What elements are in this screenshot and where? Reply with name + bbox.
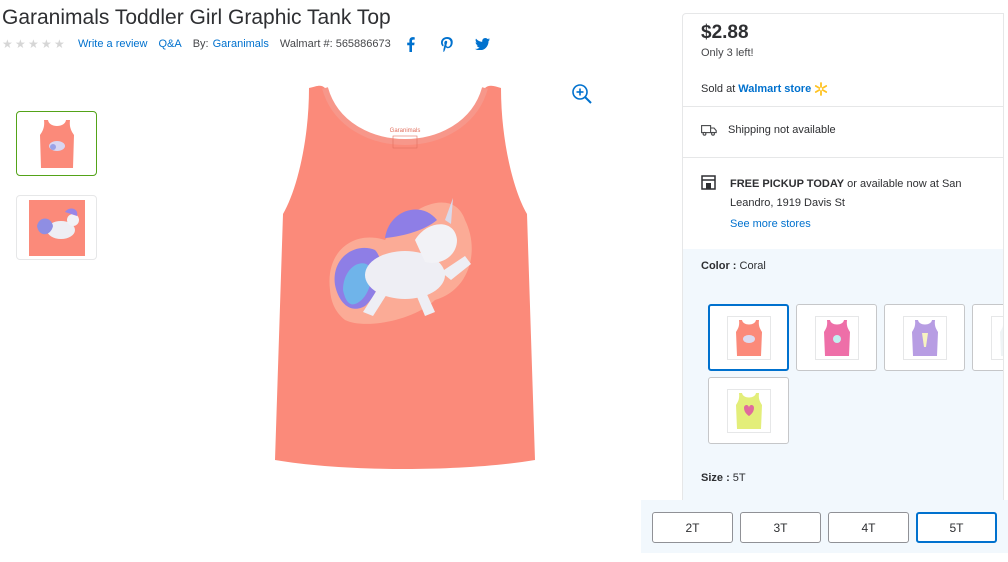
truck-icon xyxy=(701,125,717,136)
tank-swatch-image xyxy=(735,392,762,429)
svg-text:Garanimals: Garanimals xyxy=(390,128,421,134)
store-icon xyxy=(701,175,716,190)
price: $2.88 xyxy=(701,22,749,43)
swatch-coral[interactable] xyxy=(708,304,789,371)
see-more-stores-link[interactable]: See more stores xyxy=(730,218,811,230)
product-title: Garanimals Toddler Girl Graphic Tank Top xyxy=(2,6,391,29)
pinterest-icon[interactable] xyxy=(439,36,455,52)
divider xyxy=(683,157,1003,158)
shipping-text: Shipping not available xyxy=(728,124,836,136)
walmart-number: Walmart #: 565886673 xyxy=(279,38,391,50)
size-label-row: Size : 5T xyxy=(701,472,746,484)
main-product-image: Garanimals xyxy=(275,85,535,469)
product-page: Garanimals Toddler Girl Graphic Tank Top… xyxy=(0,0,1008,562)
swatch-purple[interactable] xyxy=(884,304,965,371)
star-icon: ★ xyxy=(15,37,26,51)
tank-swatch-image xyxy=(735,319,762,356)
swatch-white[interactable] xyxy=(972,304,1003,371)
twitter-icon[interactable] xyxy=(475,36,491,52)
buy-box: $2.88 Only 3 left! Sold at Walmart store xyxy=(682,13,1004,553)
sold-at-store: Walmart store xyxy=(738,83,812,95)
color-label-row: Color : Coral xyxy=(701,260,766,272)
sold-at-label: Sold at xyxy=(701,83,736,95)
swatch-yellow[interactable] xyxy=(708,377,789,444)
tank-swatch-image xyxy=(911,319,938,356)
stock-status: Only 3 left! xyxy=(701,47,754,59)
thumbnail-tank-front[interactable] xyxy=(16,111,97,176)
color-label: Color : xyxy=(701,260,737,272)
qa-link[interactable]: Q&A xyxy=(158,38,181,50)
facebook-icon[interactable] xyxy=(403,36,419,52)
size-value: 5T xyxy=(732,472,746,484)
walmart-spark-icon xyxy=(815,82,828,96)
tank-swatch-image xyxy=(999,319,1003,356)
pickup-headline: FREE PICKUP TODAY xyxy=(730,178,845,190)
size-label: Size : xyxy=(701,472,730,484)
social-share xyxy=(403,36,491,52)
write-review-link[interactable]: Write a review xyxy=(78,38,147,50)
star-icon: ★ xyxy=(2,37,13,51)
product-meta: ★ ★ ★ ★ ★ Write a review Q&A By: Garanim… xyxy=(2,36,491,52)
star-icon: ★ xyxy=(54,37,65,51)
tank-swatch-image xyxy=(823,319,850,356)
zoom-in-icon[interactable] xyxy=(571,83,593,105)
brand-link[interactable]: Garanimals xyxy=(213,38,269,50)
size-options: 2T 3T 4T 5T xyxy=(641,500,1008,553)
size-2t-button[interactable]: 2T xyxy=(652,512,733,543)
star-icon: ★ xyxy=(41,37,52,51)
shipping-row: Shipping not available xyxy=(701,124,836,136)
size-5t-button[interactable]: 5T xyxy=(916,512,997,543)
star-icon: ★ xyxy=(28,37,39,51)
tank-top-thumbnail-image xyxy=(39,119,74,168)
sold-at: Sold at Walmart store xyxy=(701,82,828,96)
size-3t-button[interactable]: 3T xyxy=(740,512,821,543)
swatch-pink[interactable] xyxy=(796,304,877,371)
thumbnail-unicorn-closeup[interactable] xyxy=(16,195,97,260)
rating-stars[interactable]: ★ ★ ★ ★ ★ xyxy=(2,38,66,50)
pickup-info: FREE PICKUP TODAY or available now at Sa… xyxy=(730,175,992,213)
by-label: By: xyxy=(192,38,209,50)
unicorn-closeup-image xyxy=(28,199,85,256)
divider xyxy=(683,106,1003,107)
size-4t-button[interactable]: 4T xyxy=(828,512,909,543)
color-value: Coral xyxy=(739,260,766,272)
